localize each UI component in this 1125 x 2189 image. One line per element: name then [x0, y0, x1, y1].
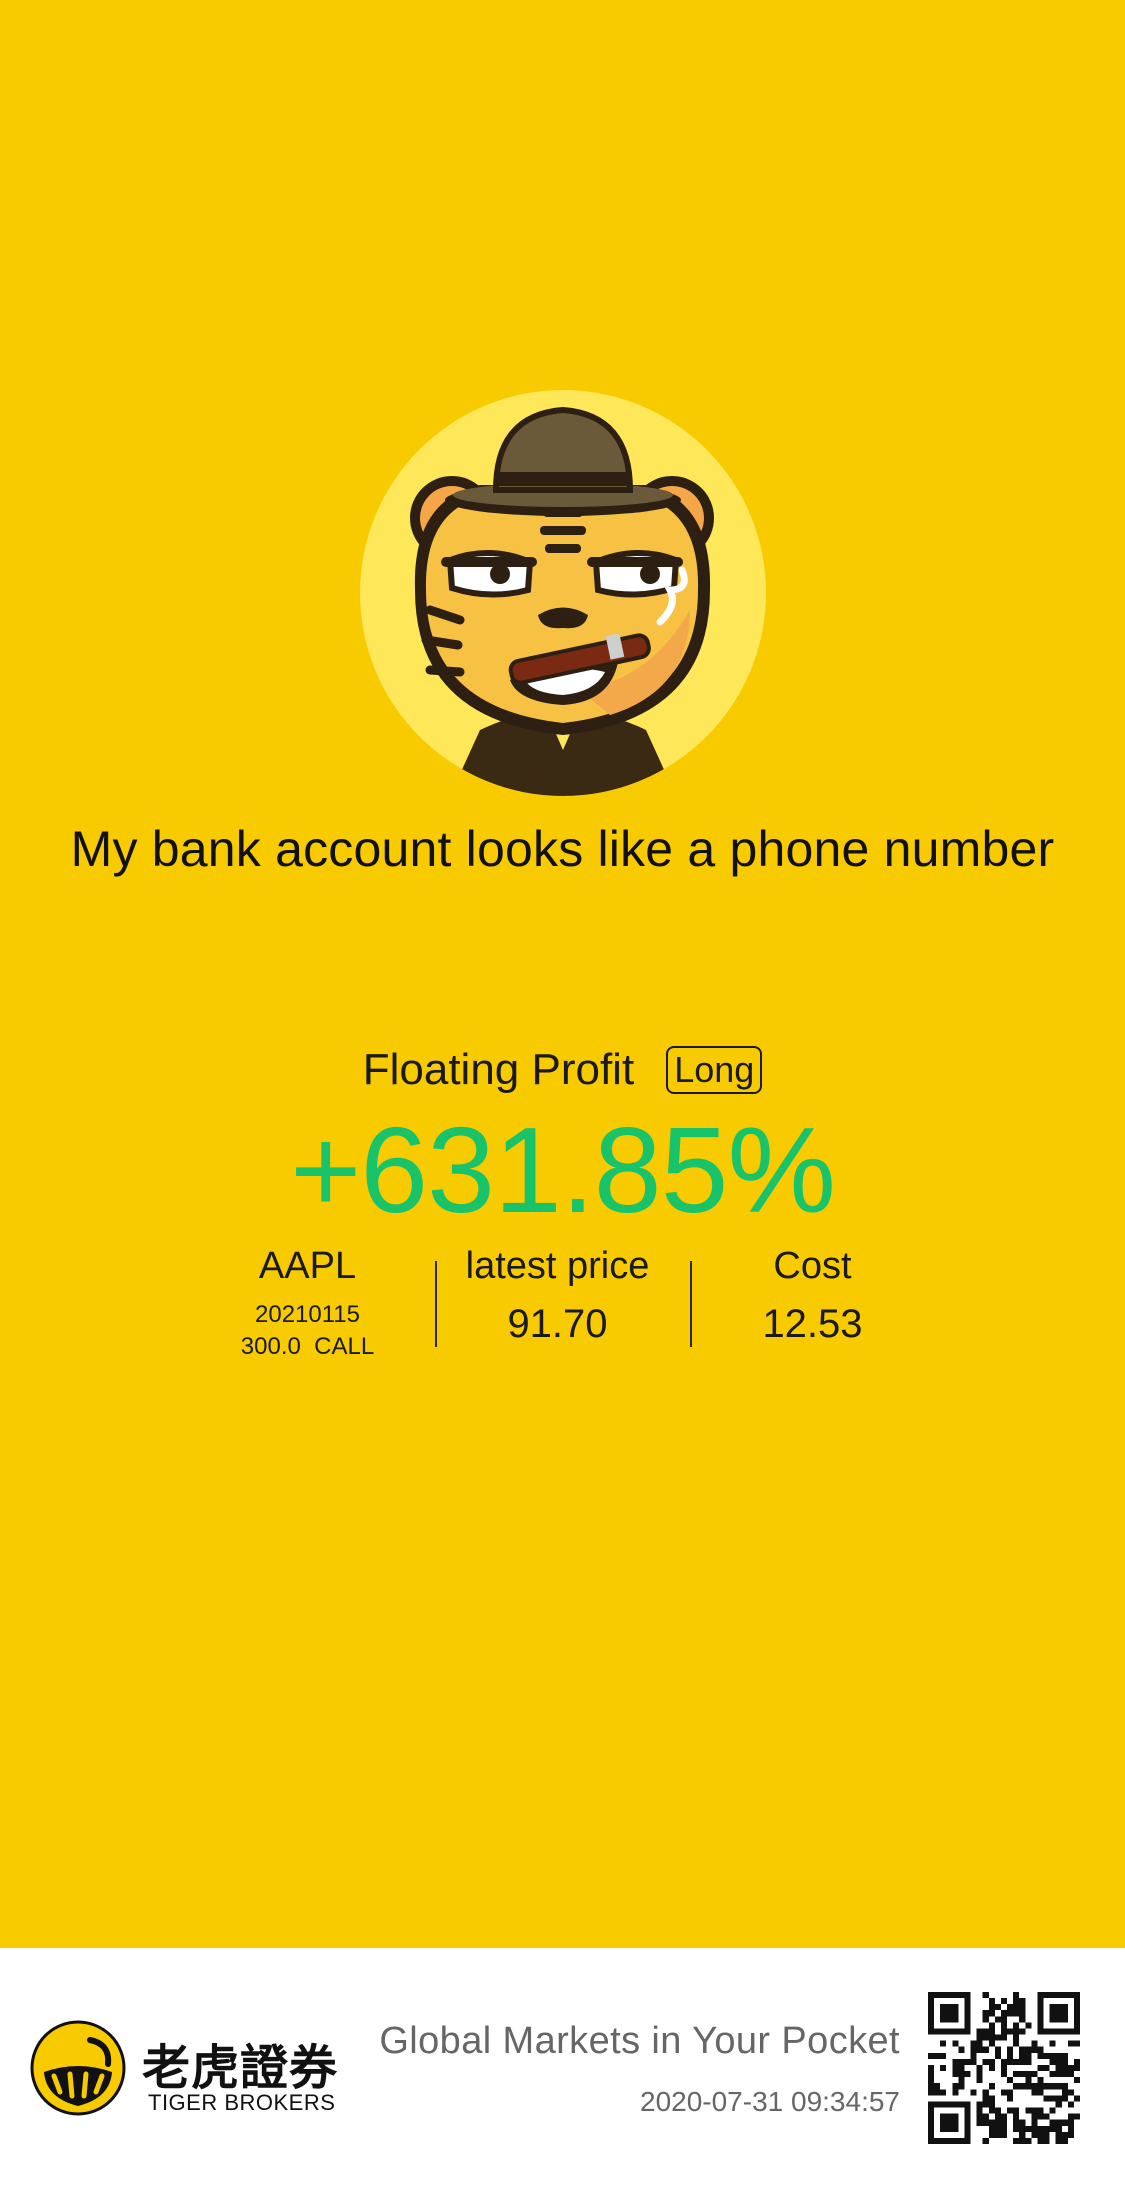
tiger-avatar-icon — [360, 390, 766, 796]
latest-price-label: latest price — [465, 1245, 650, 1287]
floating-profit-label: Floating Profit — [362, 1045, 635, 1094]
tagline-text: My bank account looks like a phone numbe… — [70, 821, 1055, 877]
latest-price-value: 91.70 — [507, 1302, 608, 1346]
tiger-brokers-logo-icon — [30, 2020, 126, 2116]
floating-profit-row: Floating Profit Long — [0, 1045, 1125, 1095]
symbol-column: AAPL 20210115 300.0 CALL — [200, 1245, 415, 1362]
stats-divider — [435, 1261, 437, 1347]
logo-chinese-text: 老虎證券 — [142, 2040, 339, 2096]
cost-value: 12.53 — [762, 1302, 863, 1346]
latest-price-column: latest price 91.70 — [440, 1245, 675, 1347]
share-card: My bank account looks like a phone numbe… — [0, 0, 1125, 1948]
cost-label: Cost — [773, 1245, 852, 1287]
position-stats: AAPL 20210115 300.0 CALL latest price 91… — [200, 1245, 925, 1365]
stats-divider — [690, 1261, 692, 1347]
footer-bar: 老虎證券 TIGER BROKERS Global Markets in You… — [0, 1948, 1125, 2189]
cost-column: Cost 12.53 — [700, 1245, 925, 1347]
logo-english-text: TIGER BROKERS — [148, 2090, 336, 2115]
profit-percent: +631.85% — [290, 1102, 836, 1238]
qr-code-icon — [928, 1992, 1080, 2144]
slogan-text: Global Markets in Your Pocket — [379, 2020, 900, 2062]
option-expiry: 20210115 — [255, 1301, 360, 1328]
position-badge: Long — [666, 1046, 763, 1094]
symbol-label: AAPL — [258, 1245, 357, 1287]
timestamp: 2020-07-31 09:34:57 — [640, 2086, 900, 2117]
option-strike-type: 300.0 CALL — [240, 1333, 375, 1360]
